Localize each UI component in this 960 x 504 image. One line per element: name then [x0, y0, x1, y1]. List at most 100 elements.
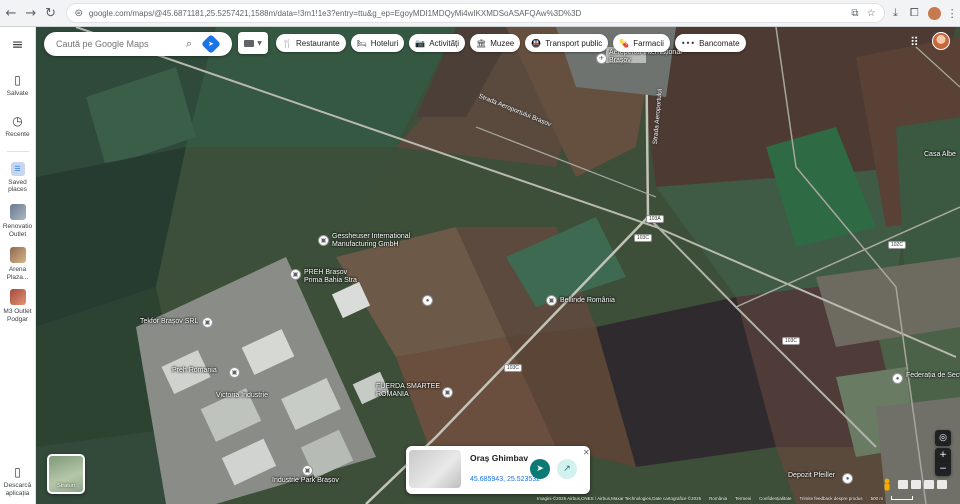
- airport-pin-icon[interactable]: ✈: [596, 53, 607, 64]
- chip-museums[interactable]: 🏛 Muzee: [470, 34, 521, 52]
- chip-pharmacies[interactable]: 💊 Farmacii: [613, 34, 670, 52]
- measure-icon[interactable]: [911, 480, 921, 489]
- sidebar-item-recent-place[interactable]: Arena Plaza...: [1, 241, 35, 282]
- place-thumbnail[interactable]: [409, 450, 461, 488]
- footer-link-privacy[interactable]: Confidențialitate: [759, 496, 791, 501]
- chip-atms[interactable]: ••• Bancomate: [674, 34, 746, 52]
- map-label-preh[interactable]: PREH Brașov Prima Bahia Stra: [304, 269, 357, 285]
- attribution-text: Imagini ©2025 Airbus,CNES / Airbus,Maxar…: [537, 495, 702, 501]
- share-button[interactable]: ↗: [557, 459, 577, 479]
- layers-button[interactable]: ▼: [238, 32, 268, 54]
- menu-icon[interactable]: ≡: [12, 37, 24, 53]
- place-coordinates[interactable]: 45.685943, 25.523532: [470, 476, 540, 483]
- chip-activities[interactable]: 📷 Activități: [409, 34, 466, 52]
- factory-pin-icon[interactable]: ▣: [290, 269, 301, 280]
- back-icon[interactable]: ←: [2, 4, 20, 22]
- sidebar-item-saved[interactable]: ▯ Salvate: [1, 73, 35, 98]
- scale-label[interactable]: 500 m: [871, 496, 884, 501]
- chip-label: Activități: [429, 38, 460, 48]
- place-pin-icon[interactable]: ●: [842, 473, 853, 484]
- map-label-telefor[interactable]: Tekfor Brașov SRL: [140, 318, 198, 326]
- map-label-depozit[interactable]: Depozit Pfeiller: [788, 472, 835, 480]
- left-sidebar: ≡ ▯ Salvate ◷ Recente ☰ Saved places Ren…: [0, 27, 36, 504]
- sidebar-item-label: Renovatio Outlet: [2, 223, 33, 238]
- site-info-icon[interactable]: ⊜: [75, 8, 83, 19]
- footer-link-terms[interactable]: Termeni: [735, 496, 751, 501]
- search-box[interactable]: ⌕ ➤: [44, 32, 232, 56]
- close-icon[interactable]: ✕: [583, 448, 590, 457]
- get-app-link[interactable]: ▯ Descarcă aplicația: [1, 465, 35, 498]
- sidebar-item-recent[interactable]: ◷ Recente: [1, 114, 35, 139]
- chip-label: Farmacii: [633, 38, 664, 48]
- map-label-geiss[interactable]: Gessheuser International Manufacturing G…: [332, 233, 410, 249]
- chip-transit[interactable]: 🚇 Transport public: [525, 34, 609, 52]
- sidebar-divider: [6, 150, 29, 152]
- my-location-button[interactable]: ◎: [935, 430, 951, 446]
- sidebar-item-saved-places[interactable]: ☰ Saved places: [1, 161, 35, 195]
- profile-avatar[interactable]: [928, 6, 942, 20]
- factory-pin-icon[interactable]: ▣: [202, 317, 213, 328]
- road-shield: 103A: [646, 215, 664, 223]
- sidebar-item-label: Salvate: [6, 90, 29, 97]
- search-input[interactable]: [56, 39, 182, 49]
- place-pin-icon[interactable]: ●: [892, 373, 903, 384]
- category-chips: 🍴 Restaurante 🛏 Hoteluri 📷 Activități 🏛 Muze…: [276, 34, 746, 52]
- map-label-industrial-park[interactable]: Industrie Park Brașov: [272, 477, 339, 485]
- place-thumbnail: [9, 204, 26, 221]
- account-avatar[interactable]: [932, 32, 950, 50]
- download-icon[interactable]: ⤓: [888, 4, 904, 22]
- road-shield: 103C: [504, 364, 522, 372]
- restaurant-icon: 🍴: [282, 38, 292, 48]
- address-bar[interactable]: ⊜ google.com/maps/@45.6871181,25.5257421…: [65, 3, 885, 23]
- reload-icon[interactable]: ↻: [42, 4, 60, 22]
- place-pin-icon[interactable]: ●: [422, 295, 433, 306]
- place-thumbnail: [9, 246, 26, 263]
- satellite-map[interactable]: Aeroportul Internațional Brașov ✈ Casa A…: [36, 27, 960, 504]
- chip-hotels[interactable]: 🛏 Hoteluri: [350, 34, 405, 52]
- zoom-in-button[interactable]: +: [935, 448, 951, 462]
- map-type-toggle[interactable]: Straturi: [47, 454, 85, 494]
- chip-restaurants[interactable]: 🍴 Restaurante: [276, 34, 346, 52]
- sidebar-item-recent-place[interactable]: Renovatio Outlet: [1, 198, 35, 239]
- bookmark-star-icon[interactable]: ☆: [867, 8, 876, 19]
- place-card[interactable]: Oraș Ghimbav 45.685943, 25.523532 ➤ ↗ ✕: [406, 446, 590, 494]
- map-label-victoria[interactable]: Victoria Industrie: [216, 392, 268, 400]
- google-apps-icon[interactable]: ⠿: [910, 35, 919, 49]
- factory-pin-icon[interactable]: ▣: [546, 295, 557, 306]
- forward-icon[interactable]: →: [22, 4, 40, 22]
- extensions-icon[interactable]: ⧠: [906, 4, 922, 22]
- saved-places-icon: ☰: [10, 161, 25, 176]
- layers-icon: [244, 39, 255, 47]
- factory-pin-icon[interactable]: ▣: [229, 367, 240, 378]
- place-title[interactable]: Oraș Ghimbav: [470, 453, 528, 463]
- sidebar-item-label: Recente: [5, 130, 30, 138]
- zoom-out-button[interactable]: −: [935, 462, 951, 476]
- directions-icon: ➤: [536, 464, 544, 474]
- directions-button[interactable]: ➤: [530, 459, 550, 479]
- transit-icon: 🚇: [531, 38, 542, 48]
- factory-pin-icon[interactable]: ▣: [442, 387, 453, 398]
- directions-icon[interactable]: ➤: [201, 34, 222, 54]
- browser-toolbar: ← → ↻ ⊜ google.com/maps/@45.6871181,25.5…: [0, 0, 960, 27]
- scale-bar[interactable]: [891, 496, 914, 500]
- map-label-federatia[interactable]: Federația de Sectii de Zaha: [906, 372, 960, 380]
- footer-link-country[interactable]: România: [709, 496, 727, 501]
- url-text[interactable]: google.com/maps/@45.6871181,25.5257421,1…: [89, 9, 844, 18]
- chip-label: Hoteluri: [370, 38, 399, 48]
- map-label-casa-alba[interactable]: Casa Albe: [924, 151, 956, 159]
- open-in-app-icon[interactable]: ⧉: [851, 8, 858, 19]
- globe-icon[interactable]: [898, 480, 908, 489]
- footer-link-feedback[interactable]: Trimite feedback despre produs: [799, 496, 862, 501]
- search-icon[interactable]: ⌕: [186, 37, 192, 51]
- map-label-fuerda[interactable]: FUERDA SMARTEE ROMANIA: [376, 383, 440, 399]
- browser-menu-icon[interactable]: ⋮: [944, 4, 960, 22]
- tilt-icon[interactable]: [924, 480, 934, 489]
- factory-pin-icon[interactable]: ▣: [302, 465, 313, 476]
- map-label-phm[interactable]: Preh Romania: [172, 367, 217, 375]
- map-tools: [898, 480, 947, 489]
- factory-pin-icon[interactable]: ▣: [318, 235, 329, 246]
- sidebar-item-recent-place[interactable]: M3 Outlet Podgar: [1, 283, 35, 324]
- map-label-bellinde[interactable]: Bellinde România: [560, 297, 615, 305]
- compass-icon[interactable]: [937, 480, 947, 489]
- pegman-icon[interactable]: [882, 478, 892, 492]
